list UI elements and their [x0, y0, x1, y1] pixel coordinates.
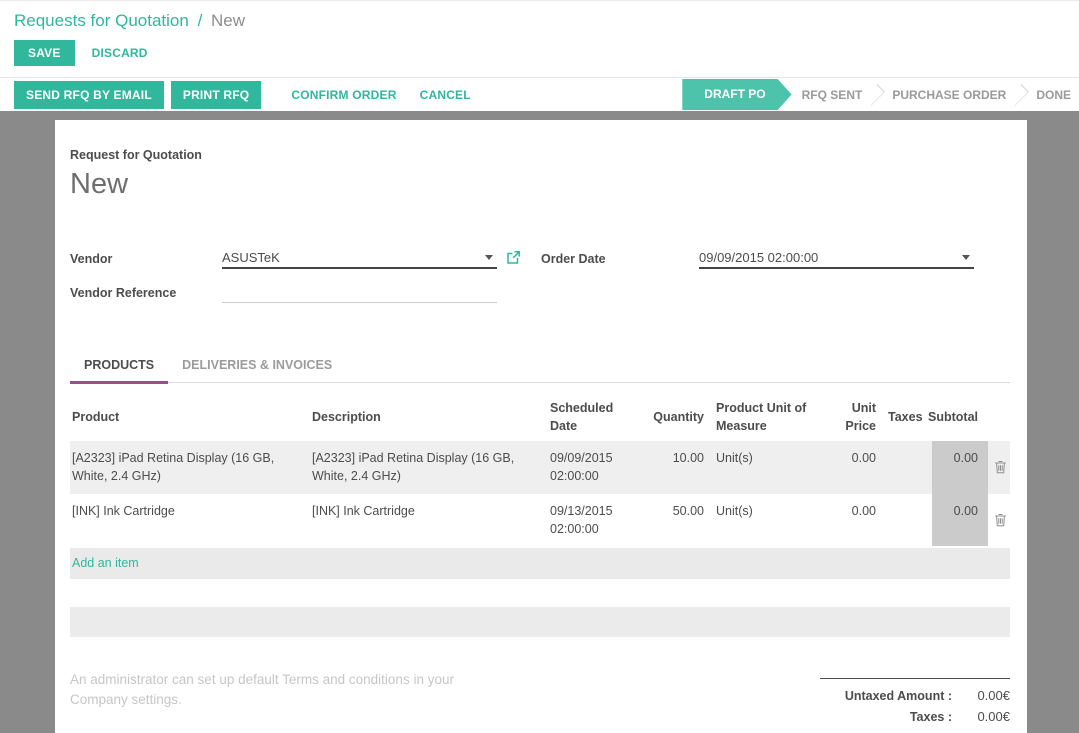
cancel-button[interactable]: CANCEL — [420, 88, 471, 102]
cell-description[interactable]: [A2323] iPad Retina Display (16 GB, Whit… — [310, 441, 548, 493]
col-subtotal: Subtotal — [932, 389, 988, 441]
record-type-label: Request for Quotation — [70, 148, 1010, 162]
taxes-value: 0.00€ — [952, 709, 1010, 724]
record-title: New — [70, 168, 1010, 201]
tab-deliveries-invoices[interactable]: DELIVERIES & INVOICES — [168, 350, 346, 382]
notebook-tabs: PRODUCTS DELIVERIES & INVOICES — [70, 350, 1010, 383]
trash-icon — [994, 460, 1007, 474]
tab-products[interactable]: PRODUCTS — [70, 350, 168, 384]
cell-uom[interactable]: Unit(s) — [714, 441, 826, 493]
page-header: Requests for Quotation / New SAVE DISCAR… — [0, 0, 1079, 77]
print-rfq-button[interactable]: PRINT RFQ — [171, 81, 261, 109]
breadcrumb: Requests for Quotation / New — [14, 11, 1065, 31]
cell-uom[interactable]: Unit(s) — [714, 494, 826, 546]
col-taxes: Taxes — [886, 389, 932, 441]
stage-done[interactable]: DONE — [1036, 88, 1071, 102]
confirm-order-button[interactable]: CONFIRM ORDER — [291, 88, 396, 102]
send-rfq-by-email-button[interactable]: SEND RFQ BY EMAIL — [14, 81, 164, 109]
cell-quantity[interactable]: 50.00 — [652, 494, 714, 546]
vendor-input[interactable] — [222, 248, 497, 269]
col-scheduled-date: Scheduled Date — [548, 389, 652, 441]
order-lines-table: Product Description Scheduled Date Quant… — [70, 389, 1010, 579]
form-sheet: Request for Quotation New Vendor — [55, 120, 1027, 733]
action-toolbar: SEND RFQ BY EMAIL PRINT RFQ CONFIRM ORDE… — [0, 77, 1079, 111]
col-description: Description — [310, 389, 548, 441]
cell-subtotal: 0.00 — [932, 441, 988, 493]
statusbar: DRAFT PO RFQ SENT PURCHASE ORDER DONE — [682, 78, 1079, 111]
order-date-label: Order Date — [541, 252, 699, 269]
col-quantity: Quantity — [652, 389, 714, 441]
add-item-row[interactable]: Add an item — [70, 548, 1010, 579]
dropdown-caret-icon[interactable] — [962, 255, 970, 260]
col-actions — [988, 389, 1010, 441]
stage-draft-po[interactable]: DRAFT PO — [682, 79, 791, 110]
taxes-label: Taxes : — [820, 710, 952, 724]
totals-summary: Untaxed Amount : 0.00€ Taxes : 0.00€ Tot… — [820, 678, 1010, 733]
stage-purchase-order[interactable]: PURCHASE ORDER — [892, 88, 1006, 102]
stage-rfq-sent[interactable]: RFQ SENT — [802, 88, 863, 102]
chevron-right-icon — [863, 84, 885, 106]
cell-subtotal: 0.00 — [932, 494, 988, 546]
terms-and-conditions-textarea[interactable] — [70, 670, 495, 733]
empty-section-bar — [70, 607, 1010, 637]
vendor-reference-label: Vendor Reference — [70, 286, 222, 303]
breadcrumb-section-link[interactable]: Requests for Quotation — [14, 11, 189, 30]
cell-quantity[interactable]: 10.00 — [652, 441, 714, 493]
untaxed-amount-label: Untaxed Amount : — [820, 689, 952, 703]
table-header-row: Product Description Scheduled Date Quant… — [70, 389, 1010, 441]
cell-scheduled-date[interactable]: 09/13/2015 02:00:00 — [548, 494, 652, 546]
add-an-item-link[interactable]: Add an item — [72, 556, 139, 570]
external-link-icon[interactable] — [506, 250, 521, 265]
cell-taxes[interactable] — [886, 494, 932, 546]
dropdown-caret-icon[interactable] — [485, 255, 493, 260]
vendor-reference-input[interactable] — [222, 282, 497, 303]
table-row[interactable]: [INK] Ink Cartridge [INK] Ink Cartridge … — [70, 494, 1010, 546]
cell-unit-price[interactable]: 0.00 — [826, 441, 886, 493]
trash-icon — [994, 513, 1007, 527]
col-product-uom: Product Unit of Measure — [714, 389, 826, 441]
table-row[interactable]: [A2323] iPad Retina Display (16 GB, Whit… — [70, 441, 1010, 493]
chevron-right-icon — [1007, 84, 1029, 106]
cell-description[interactable]: [INK] Ink Cartridge — [310, 494, 548, 546]
breadcrumb-separator: / — [198, 11, 203, 30]
cell-product[interactable]: [INK] Ink Cartridge — [70, 494, 310, 546]
field-group: Vendor — [70, 248, 1010, 316]
delete-row-button[interactable] — [988, 494, 1010, 546]
delete-row-button[interactable] — [988, 441, 1010, 493]
col-unit-price: Unit Price — [826, 389, 886, 441]
untaxed-amount-value: 0.00€ — [952, 688, 1010, 703]
cell-unit-price[interactable]: 0.00 — [826, 494, 886, 546]
col-product: Product — [70, 389, 310, 441]
save-button[interactable]: SAVE — [14, 40, 75, 66]
page-background: Request for Quotation New Vendor — [0, 111, 1079, 733]
breadcrumb-current: New — [211, 11, 245, 30]
cell-scheduled-date[interactable]: 09/09/2015 02:00:00 — [548, 441, 652, 493]
cell-product[interactable]: [A2323] iPad Retina Display (16 GB, Whit… — [70, 441, 310, 493]
order-date-input[interactable] — [699, 248, 974, 269]
cell-taxes[interactable] — [886, 441, 932, 493]
vendor-label: Vendor — [70, 252, 222, 269]
discard-button[interactable]: DISCARD — [92, 46, 148, 60]
